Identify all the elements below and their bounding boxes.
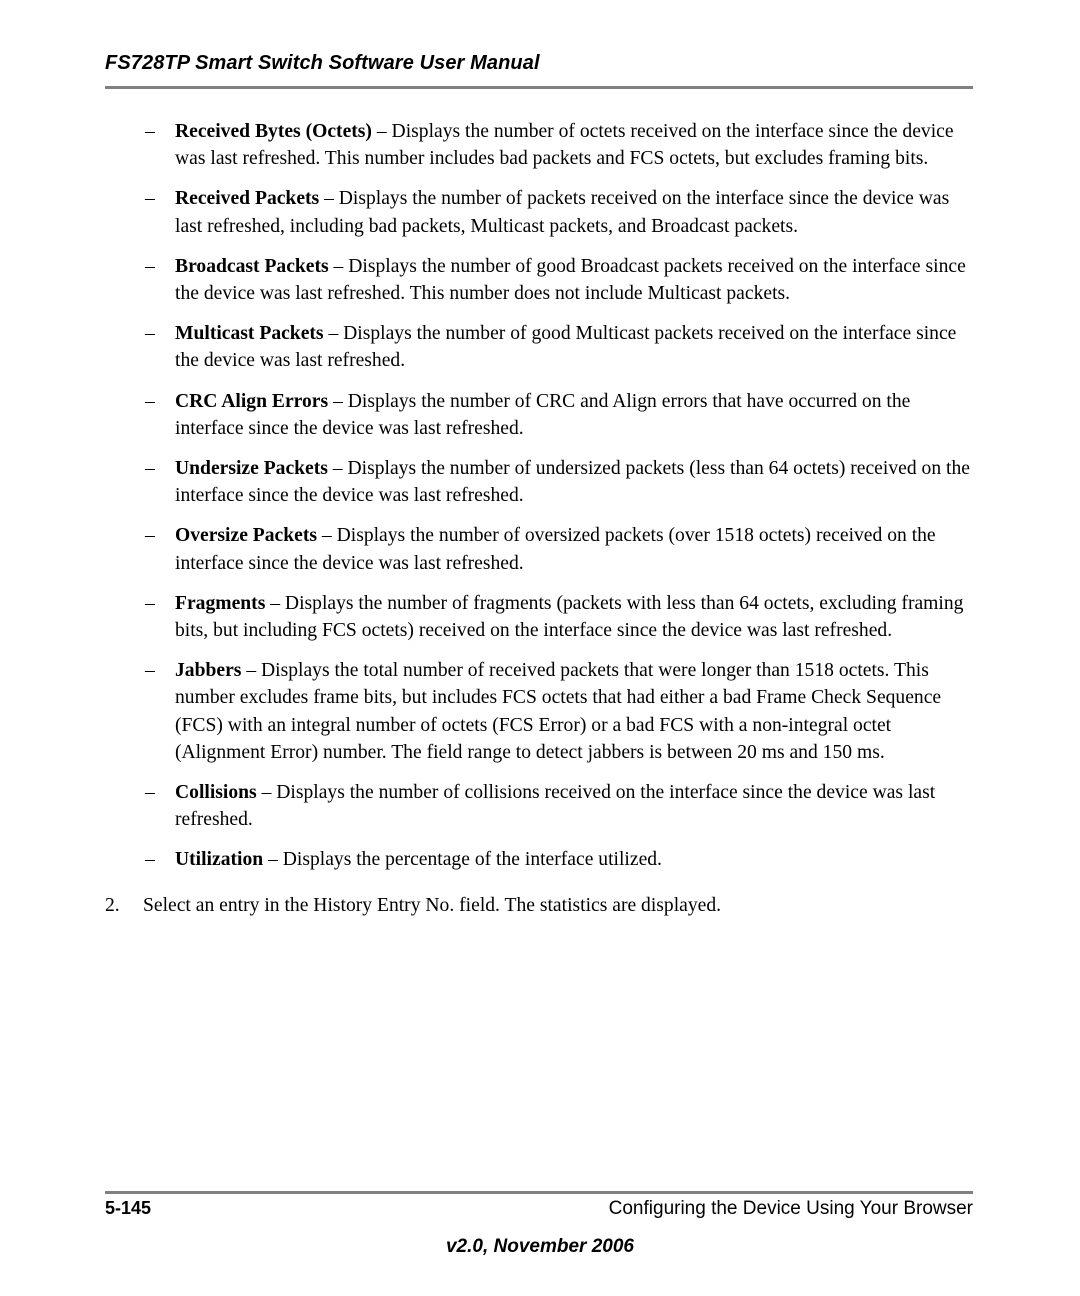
definition-text: Jabbers – Displays the total number of r… xyxy=(175,660,941,763)
definition-term: Oversize Packets xyxy=(175,525,317,547)
definition-text: CRC Align Errors – Displays the number o… xyxy=(175,391,910,439)
definition-item: – Utilization – Displays the percentage o… xyxy=(0,846,1080,873)
definition-text: Undersize Packets – Displays the number … xyxy=(175,458,970,506)
manual-title: FS728TP Smart Switch Software User Manua… xyxy=(105,52,540,74)
definition-separator: – xyxy=(319,188,339,210)
definition-item: – Jabbers – Displays the total number of … xyxy=(0,657,1080,766)
definition-term: Received Bytes (Octets) xyxy=(175,121,372,142)
footer-page-number: 5-145 xyxy=(105,1198,152,1218)
step-number: 2. xyxy=(105,894,120,916)
definition-text: Oversize Packets – Displays the number o… xyxy=(175,525,936,573)
footer-chapter-title: Configuring the Device Using Your Browse… xyxy=(608,1198,973,1219)
definition-text: Received Bytes (Octets) – Displays the n… xyxy=(175,121,954,169)
definition-term: Utilization xyxy=(175,849,264,871)
definition-separator: – xyxy=(263,849,283,871)
header-divider-rule xyxy=(105,86,973,89)
definition-term: Broadcast Packets xyxy=(175,255,329,277)
running-footer: 5-145 Configuring the Device Using Your … xyxy=(105,1198,973,1228)
definition-description: Displays the number of fragments (packet… xyxy=(175,592,964,642)
page-body: – Received Bytes (Octets) – Displays the … xyxy=(0,118,1080,919)
dash-bullet-marker: – xyxy=(145,660,155,682)
definition-item: – CRC Align Errors – Displays the number … xyxy=(0,388,1080,442)
definition-text: Broadcast Packets – Displays the number … xyxy=(175,256,966,304)
footer-version: v2.0, November 2006 xyxy=(445,1236,634,1257)
numbered-step-2: 2. Select an entry in the History Entry … xyxy=(0,892,1080,919)
running-header: FS728TP Smart Switch Software User Manua… xyxy=(105,52,973,75)
definition-term: Multicast Packets xyxy=(175,323,324,345)
definition-description: Displays the percentage of the interface… xyxy=(282,849,662,871)
definition-term: Undersize Packets xyxy=(175,458,328,480)
definition-separator: – xyxy=(323,323,344,345)
definition-separator: – xyxy=(328,255,349,277)
definition-list: – Received Bytes (Octets) – Displays the … xyxy=(0,118,1080,874)
definition-description: Displays the total number of received pa… xyxy=(175,660,942,763)
definition-item: – Received Bytes (Octets) – Displays the … xyxy=(0,118,1080,172)
definition-text: Collisions – Displays the number of coll… xyxy=(175,782,935,830)
document-page: FS728TP Smart Switch Software User Manua… xyxy=(0,0,1080,1296)
definition-separator: – xyxy=(317,525,337,547)
definition-text: Fragments – Displays the number of fragm… xyxy=(175,593,963,641)
definition-separator: – xyxy=(328,390,348,412)
dash-bullet-marker: – xyxy=(145,782,155,804)
definition-item: – Received Packets – Displays the number … xyxy=(0,185,1080,239)
definition-term: Fragments xyxy=(175,592,266,614)
definition-item: – Collisions – Displays the number of col… xyxy=(0,779,1080,833)
definition-term: Received Packets xyxy=(175,188,320,210)
definition-separator: – xyxy=(241,660,262,682)
definition-item: – Multicast Packets – Displays the number… xyxy=(0,320,1080,374)
dash-bullet-marker: – xyxy=(145,849,155,871)
dash-bullet-marker: – xyxy=(145,592,155,614)
definition-term: Jabbers xyxy=(175,660,242,682)
dash-bullet-marker: – xyxy=(145,458,155,480)
step-text: Select an entry in the History Entry No.… xyxy=(143,894,722,916)
dash-bullet-marker: – xyxy=(145,323,155,345)
footer-row: 5-145 Configuring the Device Using Your … xyxy=(105,1198,973,1226)
footer-divider-rule xyxy=(105,1191,973,1194)
definition-separator: – xyxy=(327,458,348,480)
definition-description: Displays the number of collisions receiv… xyxy=(175,782,936,831)
definition-item: – Broadcast Packets – Displays the number… xyxy=(0,253,1080,307)
definition-item: – Fragments – Displays the number of frag… xyxy=(0,590,1080,644)
dash-bullet-marker: – xyxy=(145,255,155,277)
dash-bullet-marker: – xyxy=(145,390,155,412)
definition-term: CRC Align Errors xyxy=(175,390,329,412)
definition-text: Multicast Packets – Displays the number … xyxy=(175,323,956,371)
definition-separator: – xyxy=(256,782,277,804)
dash-bullet-marker: – xyxy=(145,525,155,547)
definition-separator: – xyxy=(265,592,285,614)
dash-bullet-marker: – xyxy=(145,121,155,142)
definition-term: Collisions xyxy=(175,782,257,804)
dash-bullet-marker: – xyxy=(145,188,155,210)
definition-separator: – xyxy=(371,121,392,142)
definition-item: – Undersize Packets – Displays the number… xyxy=(0,455,1080,509)
definition-text: Utilization – Displays the percentage of… xyxy=(175,849,662,870)
definition-item: – Oversize Packets – Displays the number … xyxy=(0,522,1080,576)
definition-text: Received Packets – Displays the number o… xyxy=(175,188,949,236)
